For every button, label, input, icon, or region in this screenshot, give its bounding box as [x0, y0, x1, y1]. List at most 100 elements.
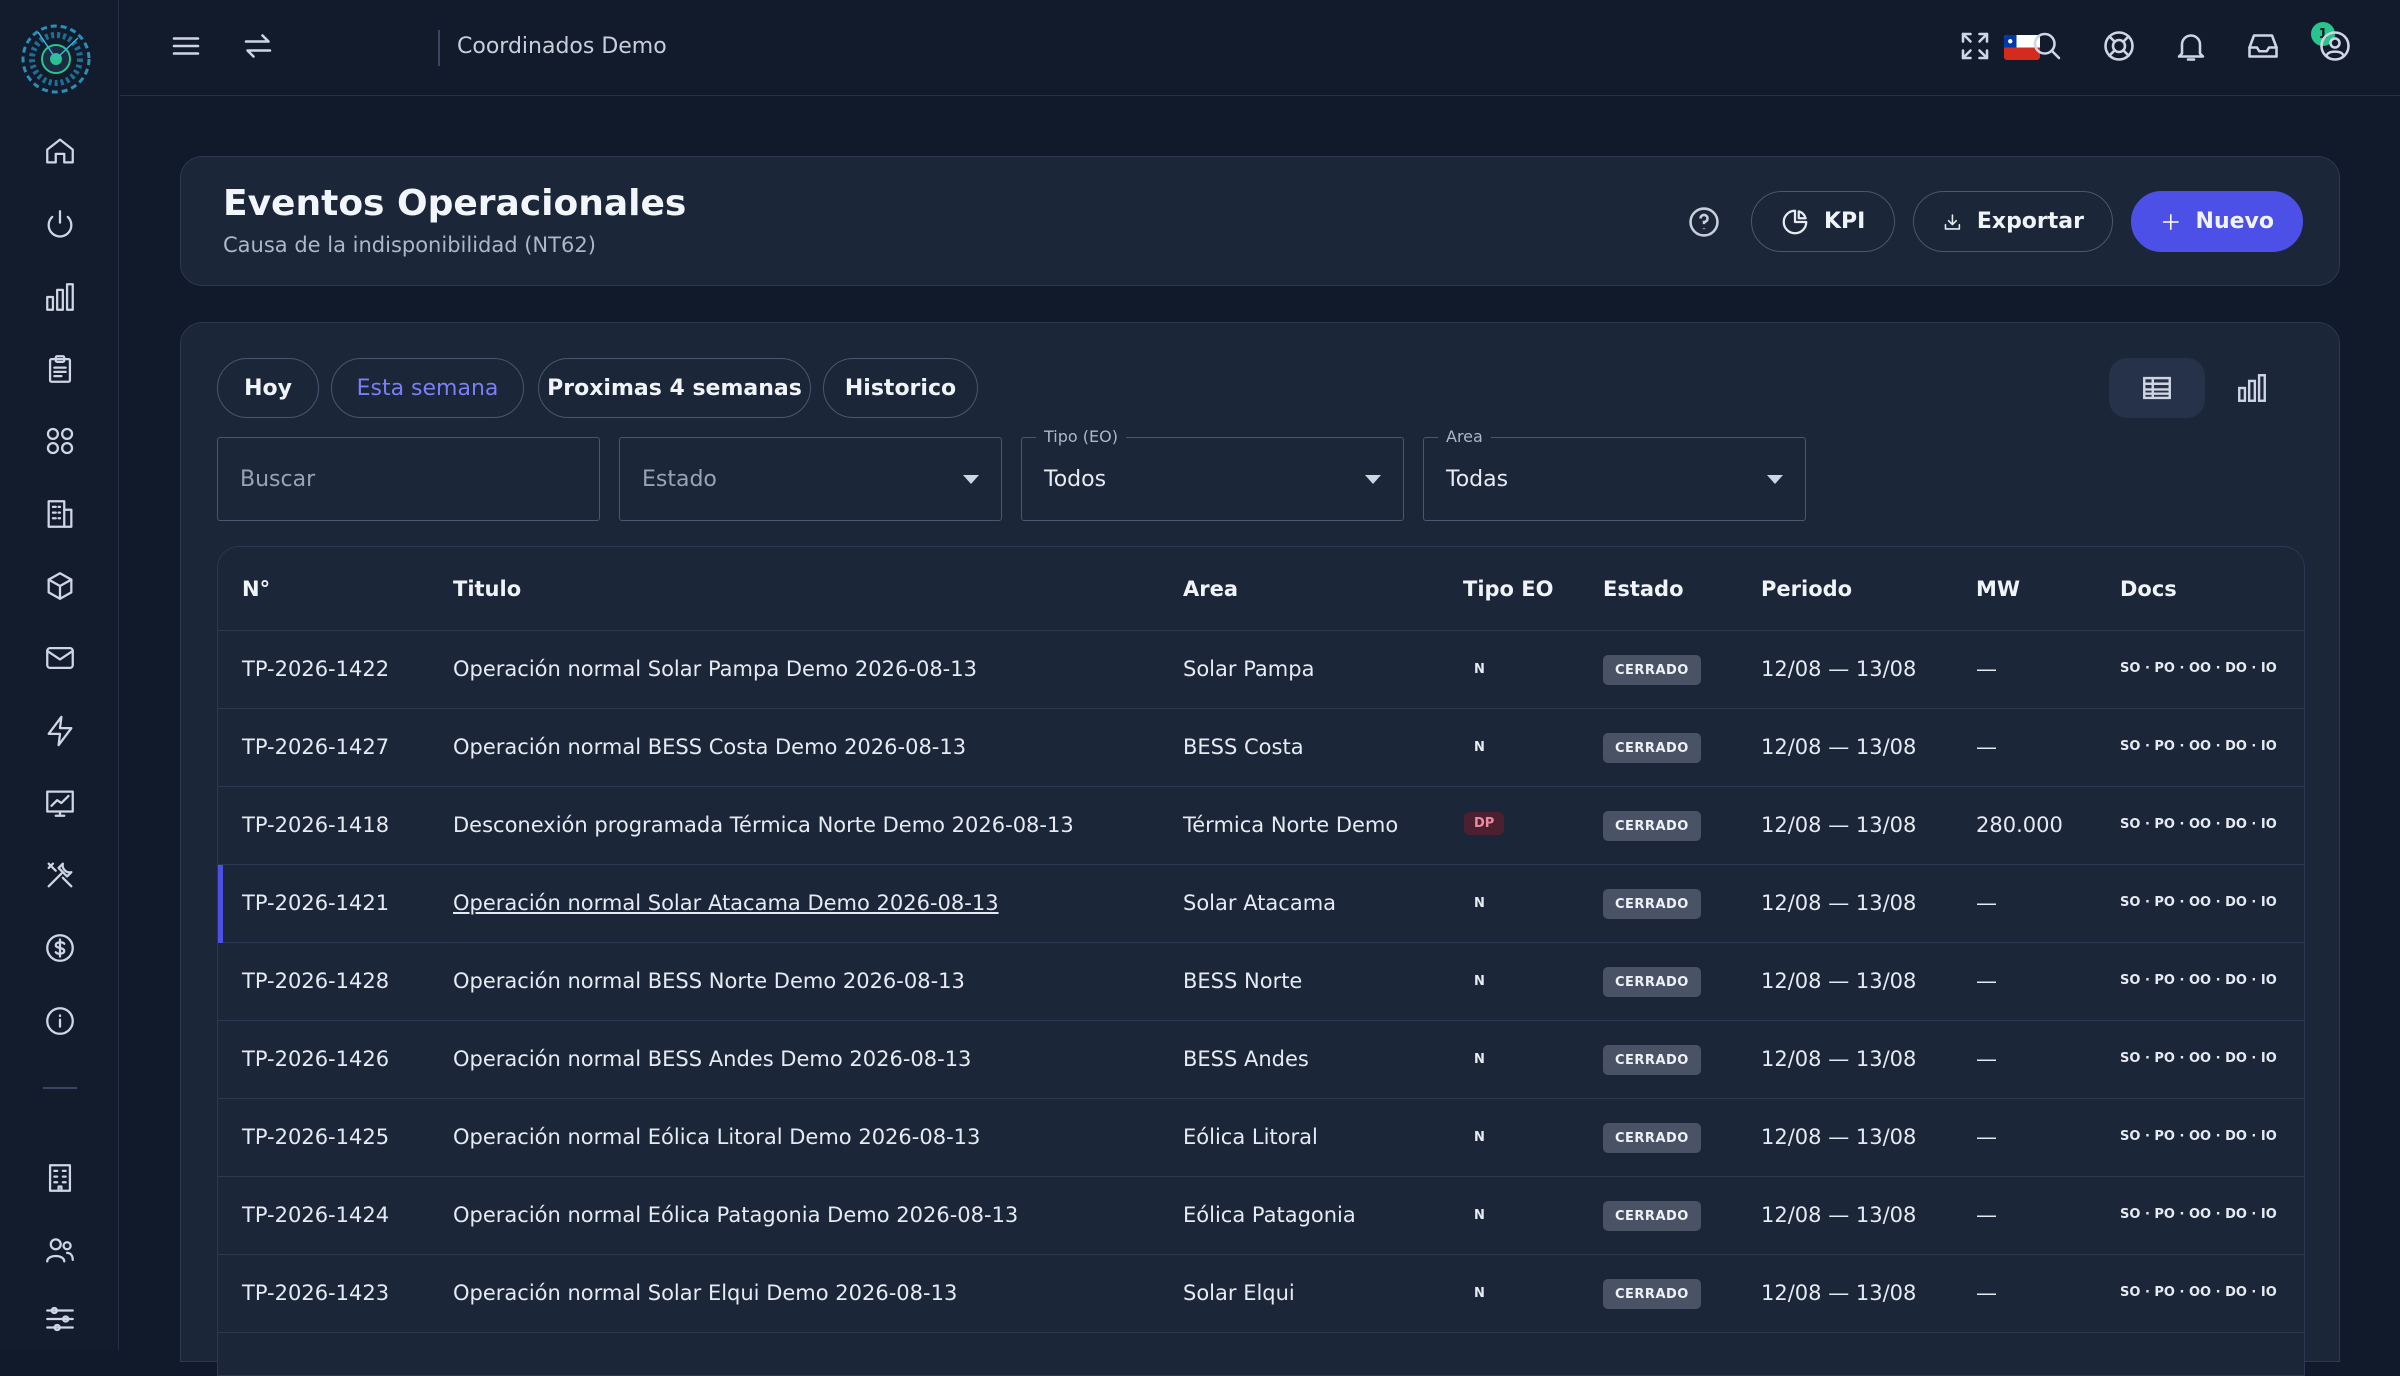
event-title[interactable]: Operación normal Solar Atacama Demo 2026…	[453, 891, 999, 915]
event-docs[interactable]: SO · PO · OO · DO · IO	[2120, 1129, 2277, 1144]
event-area: BESS Costa	[1183, 735, 1304, 759]
event-period: 12/08 — 13/08	[1761, 969, 1917, 993]
event-id: TP-2026-1428	[242, 969, 390, 993]
sidebar-item-home[interactable]	[0, 134, 119, 168]
sidebar-item-power[interactable]	[0, 207, 119, 241]
bell-icon[interactable]	[2173, 28, 2209, 64]
sidebar-item-users[interactable]	[0, 1233, 119, 1267]
filter-chip-hoy[interactable]: Hoy	[217, 358, 319, 418]
event-title[interactable]: Operación normal Eólica Patagonia Demo 2…	[453, 1203, 1018, 1227]
estado-select[interactable]: Estado	[619, 437, 1002, 521]
tipo-eo-badge: N	[1474, 1130, 1485, 1145]
info-icon	[45, 1007, 74, 1035]
column-header-area[interactable]: Area	[1183, 577, 1238, 601]
new-event-button[interactable]: Nuevo	[2131, 191, 2303, 252]
area-select[interactable]: Area Todas	[1423, 427, 1806, 521]
help-icon[interactable]	[1687, 205, 1721, 239]
swap-icon[interactable]	[240, 28, 276, 64]
event-title[interactable]: Operación normal BESS Norte Demo 2026-08…	[453, 969, 965, 993]
sidebar-item-reports[interactable]	[0, 352, 119, 386]
sidebar-item-buildings[interactable]	[0, 497, 119, 531]
event-docs[interactable]: SO · PO · OO · DO · IO	[2120, 973, 2277, 988]
sidebar-item-energy[interactable]	[0, 714, 119, 748]
sidebar-item-settings[interactable]	[0, 1302, 119, 1336]
column-header-estado[interactable]: Estado	[1603, 577, 1684, 601]
event-title[interactable]: Operación normal Eólica Litoral Demo 202…	[453, 1125, 980, 1149]
table-row[interactable]: TP-2026-1423 Operación normal Solar Elqui…	[218, 1255, 2304, 1333]
chart-view-toggle[interactable]	[2222, 358, 2282, 418]
sidebar-divider	[43, 1087, 77, 1089]
tipo-eo-select[interactable]: Tipo (EO) Todos	[1021, 427, 1404, 521]
event-docs[interactable]: SO · PO · OO · DO · IO	[2120, 817, 2277, 832]
table-row[interactable]: TP-2026-1427 Operación normal BESS Costa …	[218, 709, 2304, 787]
power-icon	[47, 210, 72, 238]
event-docs[interactable]: SO · PO · OO · DO · IO	[2120, 1285, 2277, 1300]
table-view-toggle[interactable]	[2109, 358, 2205, 418]
filter-chip-proximas-4-semanas[interactable]: Proximas 4 semanas	[538, 358, 811, 418]
event-id: TP-2026-1427	[242, 735, 390, 759]
column-header-tipo-eo[interactable]: Tipo EO	[1463, 577, 1554, 601]
export-button[interactable]: Exportar	[1913, 191, 2113, 252]
event-docs[interactable]: SO · PO · OO · DO · IO	[2120, 661, 2277, 676]
event-docs[interactable]: SO · PO · OO · DO · IO	[2120, 1207, 2277, 1222]
filter-chip-historico[interactable]: Historico	[823, 358, 978, 418]
filter-chip-esta-semana[interactable]: Esta semana	[331, 358, 524, 418]
event-title[interactable]: Operación normal BESS Costa Demo 2026-08…	[453, 735, 966, 759]
inbox-icon[interactable]	[2245, 28, 2281, 64]
event-period: 12/08 — 13/08	[1761, 1047, 1917, 1071]
event-docs[interactable]: SO · PO · OO · DO · IO	[2120, 739, 2277, 754]
table-icon	[2143, 376, 2171, 400]
sidebar-item-company[interactable]	[0, 1161, 119, 1195]
area-label: Area	[1438, 427, 1491, 446]
status-badge: CERRADO	[1603, 889, 1701, 919]
sidebar-item-apps[interactable]	[0, 424, 119, 458]
sidebar-item-billing[interactable]	[0, 931, 119, 965]
sidebar	[0, 0, 119, 1350]
sidebar-item-assets[interactable]	[0, 569, 119, 603]
organization-name[interactable]: Coordinados Demo	[457, 34, 667, 59]
event-title[interactable]: Desconexión programada Térmica Norte Dem…	[453, 813, 1074, 837]
event-area: BESS Andes	[1183, 1047, 1309, 1071]
sidebar-item-info[interactable]	[0, 1004, 119, 1038]
events-table: N° Titulo Area Tipo EO Estado Periodo MW…	[217, 546, 2305, 1376]
table-row[interactable]: TP-2026-1428 Operación normal BESS Norte …	[218, 943, 2304, 1021]
column-header-docs[interactable]: Docs	[2120, 577, 2177, 601]
search-icon[interactable]	[2029, 28, 2065, 64]
column-header-titulo[interactable]: Titulo	[453, 577, 521, 601]
status-badge: CERRADO	[1603, 1123, 1701, 1153]
column-header-numero[interactable]: N°	[242, 577, 270, 601]
sidebar-item-operational-events[interactable]	[0, 786, 119, 820]
sidebar-item-charts[interactable]	[0, 280, 119, 314]
column-header-periodo[interactable]: Periodo	[1761, 577, 1852, 601]
sidebar-item-tools[interactable]	[0, 858, 119, 892]
event-title[interactable]: Operación normal Solar Pampa Demo 2026-0…	[453, 657, 977, 681]
event-period: 12/08 — 13/08	[1761, 1281, 1917, 1305]
event-docs[interactable]: SO · PO · OO · DO · IO	[2120, 895, 2277, 910]
topbar-divider	[438, 30, 440, 66]
event-title[interactable]: Operación normal BESS Andes Demo 2026-08…	[453, 1047, 971, 1071]
event-period: 12/08 — 13/08	[1761, 657, 1917, 681]
table-row[interactable]: TP-2026-1418 Desconexión programada Térmi…	[218, 787, 2304, 865]
apps-icon	[46, 427, 73, 455]
table-row[interactable]: TP-2026-1425 Operación normal Eólica Lito…	[218, 1099, 2304, 1177]
table-row[interactable]: TP-2026-1424 Operación normal Eólica Pata…	[218, 1177, 2304, 1255]
kpi-button[interactable]: KPI	[1751, 191, 1895, 252]
users-icon	[45, 1238, 74, 1263]
table-row[interactable]: TP-2026-1422 Operación normal Solar Pampa…	[218, 631, 2304, 709]
page-subtitle: Causa de la indisponibilidad (NT62)	[223, 233, 596, 257]
support-icon[interactable]	[2101, 28, 2137, 64]
table-row[interactable]: TP-2026-1421 Operación normal Solar Ataca…	[218, 865, 2304, 943]
event-title[interactable]: Operación normal Solar Elqui Demo 2026-0…	[453, 1281, 957, 1305]
table-row[interactable]: TP-2026-1426 Operación normal BESS Andes …	[218, 1021, 2304, 1099]
event-period: 12/08 — 13/08	[1761, 735, 1917, 759]
fullscreen-icon[interactable]	[1957, 28, 1993, 64]
search-input[interactable]: Buscar	[217, 437, 600, 521]
event-docs[interactable]: SO · PO · OO · DO · IO	[2120, 1051, 2277, 1066]
column-header-mw[interactable]: MW	[1976, 577, 2020, 601]
user-icon[interactable]	[2317, 28, 2353, 64]
sidebar-item-mail[interactable]	[0, 641, 119, 675]
app-logo[interactable]	[18, 18, 94, 100]
tipo-eo-badge: N	[1474, 662, 1485, 677]
page-header: Eventos Operacionales Causa de la indisp…	[180, 156, 2340, 286]
menu-icon[interactable]	[168, 28, 204, 64]
